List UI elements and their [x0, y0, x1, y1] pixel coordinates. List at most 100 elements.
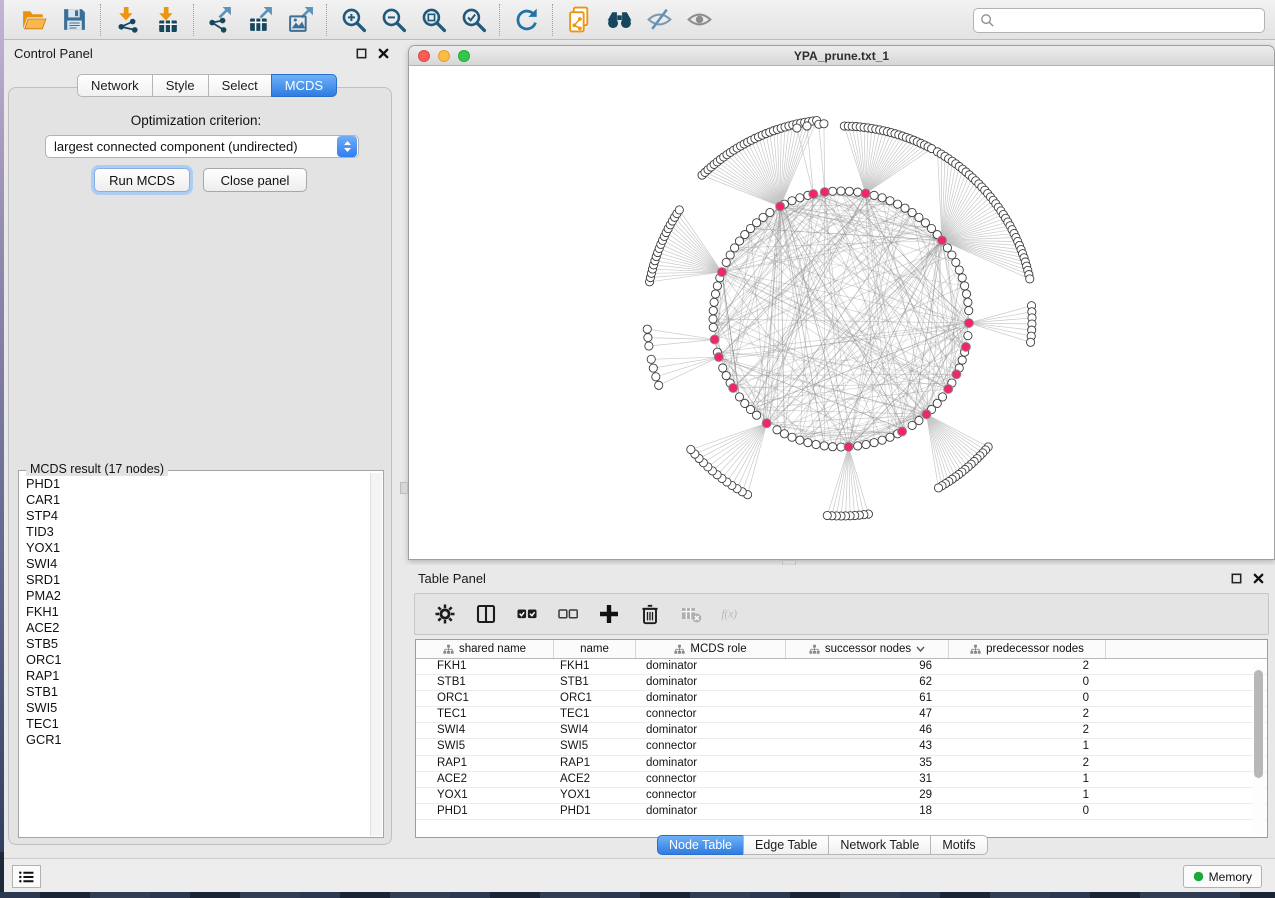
tab-mcds[interactable]: MCDS — [271, 74, 337, 97]
network-window-titlebar[interactable]: YPA_prune.txt_1 — [409, 46, 1274, 66]
show-eye-icon[interactable] — [685, 6, 713, 34]
result-list-item[interactable]: ACE2 — [26, 620, 367, 636]
table-row[interactable]: STB1STB1dominator620 — [416, 675, 1267, 691]
table-tab-edge-table[interactable]: Edge Table — [743, 835, 829, 855]
network-canvas[interactable] — [409, 66, 1274, 560]
result-list-item[interactable]: ORC1 — [26, 652, 367, 668]
table-row[interactable]: SWI4SWI4dominator462 — [416, 723, 1267, 739]
delete-icon[interactable] — [638, 602, 662, 626]
result-list-item[interactable]: CAR1 — [26, 492, 367, 508]
table-cell: YOX1 — [416, 788, 554, 803]
float-panel-icon[interactable] — [354, 46, 368, 60]
list-icon — [18, 870, 35, 884]
table-cell: RAP1 — [554, 756, 636, 771]
table-row[interactable]: FKH1FKH1dominator962 — [416, 659, 1267, 675]
result-list-scrollbar[interactable] — [370, 473, 382, 836]
table-cell: ORC1 — [554, 691, 636, 706]
close-table-panel-icon[interactable] — [1251, 571, 1265, 585]
table-cell: 47 — [786, 707, 949, 722]
column-header-name[interactable]: name — [554, 640, 636, 658]
refresh-icon[interactable] — [512, 6, 540, 34]
table-row[interactable]: SWI5SWI5connector431 — [416, 739, 1267, 755]
table-tab-node-table[interactable]: Node Table — [657, 835, 744, 855]
columns-icon[interactable] — [474, 602, 498, 626]
table-row[interactable]: ORC1ORC1dominator610 — [416, 691, 1267, 707]
export-image-icon[interactable] — [286, 6, 314, 34]
table-cell: dominator — [636, 691, 786, 706]
search-network-icon[interactable] — [605, 6, 633, 34]
vertical-splitter-handle[interactable] — [400, 482, 408, 494]
table-scrollbar-thumb[interactable] — [1254, 670, 1263, 778]
mcds-result-list[interactable]: PHD1CAR1STP4TID3YOX1SWI4SRD1PMA2FKH1ACE2… — [19, 476, 367, 836]
table-tab-motifs[interactable]: Motifs — [930, 835, 987, 855]
criterion-dropdown[interactable]: largest connected component (undirected) — [45, 135, 359, 158]
export-table-icon[interactable] — [246, 6, 274, 34]
select-all-icon[interactable] — [515, 602, 539, 626]
table-cell: FKH1 — [416, 659, 554, 674]
zoom-in-icon[interactable] — [339, 6, 367, 34]
column-header-predecessor-nodes[interactable]: predecessor nodes — [949, 640, 1106, 658]
table-row[interactable]: ACE2ACE2connector311 — [416, 772, 1267, 788]
tab-style[interactable]: Style — [152, 74, 209, 97]
open-folder-icon[interactable] — [20, 6, 48, 34]
import-table-icon[interactable] — [153, 6, 181, 34]
table-cell: dominator — [636, 756, 786, 771]
table-scrollbar[interactable] — [1253, 662, 1265, 834]
zoom-fit-icon[interactable] — [419, 6, 447, 34]
network-graph[interactable] — [409, 66, 1274, 560]
result-list-item[interactable]: PHD1 — [26, 476, 367, 492]
column-header-shared-name[interactable]: shared name — [416, 640, 554, 658]
result-list-item[interactable]: TID3 — [26, 524, 367, 540]
result-list-item[interactable]: STP4 — [26, 508, 367, 524]
column-header-MCDS-role[interactable]: MCDS role — [636, 640, 786, 658]
close-panel-button[interactable]: Close panel — [203, 168, 307, 192]
run-mcds-button[interactable]: Run MCDS — [94, 168, 190, 192]
result-list-item[interactable]: PMA2 — [26, 588, 367, 604]
hide-eye-icon[interactable] — [645, 6, 673, 34]
result-list-item[interactable]: YOX1 — [26, 540, 367, 556]
save-icon[interactable] — [60, 6, 88, 34]
tab-select[interactable]: Select — [208, 74, 272, 97]
add-icon[interactable] — [597, 602, 621, 626]
table-type-tabs: Node TableEdge TableNetwork TableMotifs — [658, 835, 988, 855]
result-list-item[interactable]: SWI4 — [26, 556, 367, 572]
result-list-item[interactable]: SRD1 — [26, 572, 367, 588]
table-row[interactable]: RAP1RAP1dominator352 — [416, 756, 1267, 772]
tab-network[interactable]: Network — [77, 74, 153, 97]
table-cell: 61 — [786, 691, 949, 706]
table-row[interactable]: PHD1PHD1dominator180 — [416, 804, 1267, 820]
result-list-item[interactable]: TEC1 — [26, 716, 367, 732]
table-cell: 1 — [949, 772, 1106, 787]
result-list-item[interactable]: FKH1 — [26, 604, 367, 620]
search-box[interactable] — [973, 8, 1265, 33]
table-cell: 29 — [786, 788, 949, 803]
table-row[interactable]: TEC1TEC1connector472 — [416, 707, 1267, 723]
memory-button[interactable]: Memory — [1183, 865, 1262, 888]
gear-icon[interactable] — [433, 602, 457, 626]
deselect-all-icon[interactable] — [556, 602, 580, 626]
table-tab-network-table[interactable]: Network Table — [828, 835, 931, 855]
result-list-item[interactable]: STB5 — [26, 636, 367, 652]
table-cell: 96 — [786, 659, 949, 674]
table-row[interactable]: YOX1YOX1connector291 — [416, 788, 1267, 804]
task-history-button[interactable] — [12, 865, 41, 888]
network-view-window: YPA_prune.txt_1 — [408, 45, 1275, 560]
zoom-selected-icon[interactable] — [459, 6, 487, 34]
zoom-out-icon[interactable] — [379, 6, 407, 34]
result-list-item[interactable]: GCR1 — [26, 732, 367, 748]
search-input[interactable] — [999, 9, 1264, 32]
column-header-successor-nodes[interactable]: successor nodes — [786, 640, 949, 658]
share-document-icon[interactable] — [565, 6, 593, 34]
table-cell: ORC1 — [416, 691, 554, 706]
result-list-item[interactable]: STB1 — [26, 684, 367, 700]
node-table[interactable]: shared namenameMCDS role successor nodes p… — [415, 639, 1268, 838]
table-toolbar: f(x) — [414, 593, 1269, 635]
result-list-item[interactable]: RAP1 — [26, 668, 367, 684]
result-list-item[interactable]: SWI5 — [26, 700, 367, 716]
close-panel-icon[interactable] — [376, 46, 390, 60]
column-label: successor nodes — [825, 643, 911, 655]
float-table-panel-icon[interactable] — [1229, 571, 1243, 585]
table-cell: 2 — [949, 707, 1106, 722]
export-network-icon[interactable] — [206, 6, 234, 34]
import-network-icon[interactable] — [113, 6, 141, 34]
